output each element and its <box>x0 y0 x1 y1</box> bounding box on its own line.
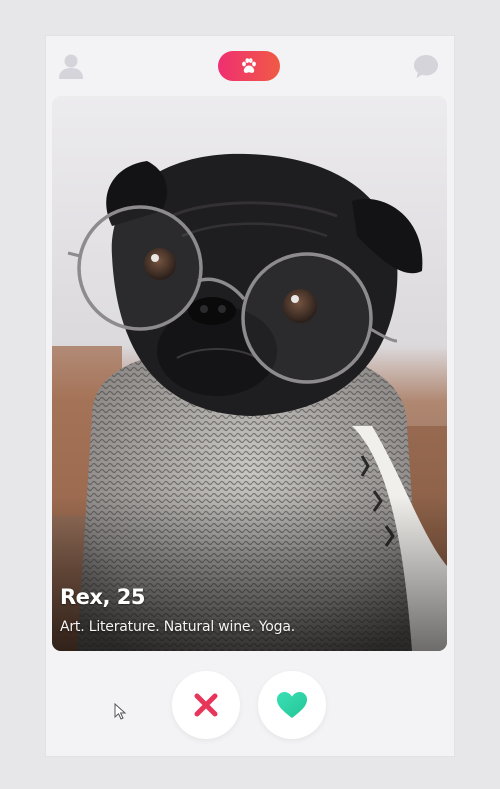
swipe-actions <box>46 651 454 756</box>
like-button[interactable] <box>258 671 326 739</box>
heart-icon <box>277 692 307 718</box>
app-screen: Rex, 25 Art. Literature. Natural wine. Y… <box>46 36 454 756</box>
mouse-cursor-icon <box>114 703 127 720</box>
profile-card[interactable]: Rex, 25 Art. Literature. Natural wine. Y… <box>52 96 447 651</box>
close-icon <box>194 693 218 717</box>
top-navigation <box>46 36 454 96</box>
profile-name-age: Rex, 25 <box>60 585 145 609</box>
profile-photo <box>52 96 447 651</box>
chat-icon <box>414 55 438 78</box>
messages-button[interactable] <box>412 52 440 80</box>
dislike-button[interactable] <box>172 671 240 739</box>
profile-button[interactable] <box>58 52 84 80</box>
paw-icon <box>242 58 256 73</box>
user-icon <box>59 54 83 79</box>
discover-tab[interactable] <box>218 51 280 81</box>
profile-bio: Art. Literature. Natural wine. Yoga. <box>60 619 295 635</box>
